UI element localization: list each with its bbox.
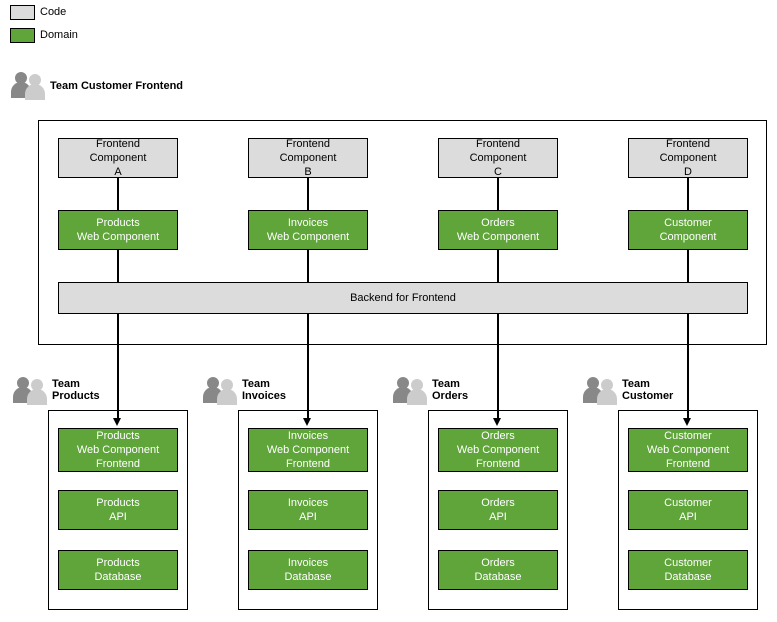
products-api: Products API bbox=[58, 490, 178, 530]
orders-database: Orders Database bbox=[438, 550, 558, 590]
team-icon bbox=[200, 375, 240, 405]
legend-swatch-domain bbox=[10, 28, 35, 43]
legend-label-code: Code bbox=[40, 6, 66, 18]
orders-web-component: Orders Web Component bbox=[438, 210, 558, 250]
legend-label-domain: Domain bbox=[40, 29, 78, 41]
team-icon bbox=[390, 375, 430, 405]
invoices-frontend: Invoices Web Component Frontend bbox=[248, 428, 368, 472]
diagram-canvas: Code Domain Team Customer Frontend Front… bbox=[0, 0, 777, 622]
frontend-component-d: Frontend Component D bbox=[628, 138, 748, 178]
products-database: Products Database bbox=[58, 550, 178, 590]
customer-database: Customer Database bbox=[628, 550, 748, 590]
backend-for-frontend: Backend for Frontend bbox=[58, 282, 748, 314]
team-orders-label: Team Orders bbox=[432, 378, 468, 402]
frontend-component-a: Frontend Component A bbox=[58, 138, 178, 178]
customer-frontend: Customer Web Component Frontend bbox=[628, 428, 748, 472]
legend-swatch-code bbox=[10, 5, 35, 20]
team-icon bbox=[8, 70, 48, 100]
team-invoices-label: Team Invoices bbox=[242, 378, 286, 402]
products-frontend: Products Web Component Frontend bbox=[58, 428, 178, 472]
invoices-api: Invoices API bbox=[248, 490, 368, 530]
team-frontend-label: Team Customer Frontend bbox=[50, 80, 183, 92]
orders-api: Orders API bbox=[438, 490, 558, 530]
customer-component: Customer Component bbox=[628, 210, 748, 250]
team-icon bbox=[580, 375, 620, 405]
team-icon bbox=[10, 375, 50, 405]
frontend-component-b: Frontend Component B bbox=[248, 138, 368, 178]
customer-api: Customer API bbox=[628, 490, 748, 530]
frontend-component-c: Frontend Component C bbox=[438, 138, 558, 178]
invoices-database: Invoices Database bbox=[248, 550, 368, 590]
invoices-web-component: Invoices Web Component bbox=[248, 210, 368, 250]
products-web-component: Products Web Component bbox=[58, 210, 178, 250]
team-customer-label: Team Customer bbox=[622, 378, 673, 402]
team-products-label: Team Products bbox=[52, 378, 100, 402]
orders-frontend: Orders Web Component Frontend bbox=[438, 428, 558, 472]
